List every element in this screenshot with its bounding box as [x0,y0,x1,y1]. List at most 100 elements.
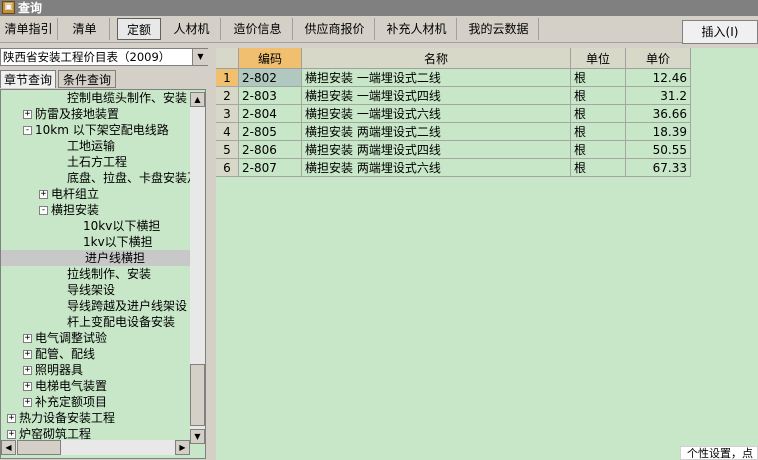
tab-list[interactable]: 清单 [60,18,110,40]
cell-name[interactable]: 横担安装 一端埋设式四线 [301,86,571,105]
tree-item[interactable]: 1kv以下横担 [1,234,191,250]
tree-item[interactable]: - 横担安装 [1,202,191,218]
cell-price[interactable]: 67.33 [625,158,691,177]
tree-item[interactable]: 导线跨越及进户线架设 [1,298,191,314]
cell-unit[interactable]: 根 [570,158,626,177]
table-row[interactable]: 5 2-806 横担安装 两端埋设式四线根 50.55 [216,140,691,159]
chevron-down-icon[interactable]: ▼ [192,49,208,65]
column-header-price[interactable]: 单价 [625,48,691,69]
expand-icon[interactable]: + [23,382,32,391]
cell-unit[interactable]: 根 [570,140,626,159]
expand-icon[interactable]: + [23,110,32,119]
scroll-thumb[interactable] [17,440,61,455]
row-number[interactable]: 5 [216,140,239,159]
cell-price[interactable]: 12.46 [625,68,691,87]
tree-item[interactable]: -10km 以下架空配电线路 [1,122,191,138]
table-row[interactable]: 1 2-802 横担安装 一端埋设式二线根 12.46 [216,68,691,87]
table-row[interactable]: 2 2-803 横担安装 一端埋设式四线根 31.2 [216,86,691,105]
cell-price[interactable]: 36.66 [625,104,691,123]
cell-name[interactable]: 横担安装 一端埋设式六线 [301,104,571,123]
cell-price[interactable]: 50.55 [625,140,691,159]
tree-item[interactable]: + 电杆组立 [1,186,191,202]
tab-condition-query[interactable]: 条件查询 [58,70,116,88]
cell-unit[interactable]: 根 [570,86,626,105]
expand-icon[interactable]: + [7,414,16,423]
tree-item[interactable]: 导线架设 [1,282,191,298]
tree-item-label: 配管、配线 [35,347,96,361]
cell-name[interactable]: 横担安装 一端埋设式二线 [301,68,571,87]
quota-table: 编码 名称 单位 单价 1 2-802 横担安装 一端埋设式二线根 12.46 2 2-8… [216,48,691,177]
row-number[interactable]: 1 [216,68,239,87]
cell-code[interactable]: 2-803 [238,86,302,105]
scroll-thumb[interactable] [190,364,205,426]
tree-item[interactable]: 进户线横担 [1,250,191,266]
tab-supplier-quote[interactable]: 供应商报价 [295,18,375,40]
tree-item[interactable]: 杆上变配电设备安装 [1,314,191,330]
tree-item[interactable]: + 热力设备安装工程 [1,410,191,426]
tab-my-cloud-data[interactable]: 我的云数据 [459,18,539,40]
row-number[interactable]: 4 [216,122,239,141]
cell-name[interactable]: 横担安装 两端埋设式六线 [301,158,571,177]
tab-chapter-query[interactable]: 章节查询 [0,70,56,88]
column-header-name[interactable]: 名称 [301,48,571,69]
table-row[interactable]: 4 2-805 横担安装 两端埋设式二线根 18.39 [216,122,691,141]
scroll-right-icon[interactable]: ▶ [175,440,190,455]
tree-item[interactable]: + 防雷及接地装置 [1,106,191,122]
collapse-icon[interactable]: - [39,206,48,215]
tree-item[interactable]: + 配管、配线 [1,346,191,362]
scroll-down-icon[interactable]: ▼ [190,429,205,444]
tab-supplement-lmm[interactable]: 补充人材机 [377,18,457,40]
row-number[interactable]: 6 [216,158,239,177]
tree-item[interactable]: + 照明器具 [1,362,191,378]
tree-horizontal-scrollbar[interactable]: ◀ ▶ [1,440,190,455]
tab-quota[interactable]: 定额 [117,18,161,40]
tree-item-label: 横担安装 [51,203,100,217]
row-number[interactable]: 2 [216,86,239,105]
tree-item[interactable]: 底盘、拉盘、卡盘安装及 [1,170,199,186]
tab-cost-info[interactable]: 造价信息 [223,18,293,40]
cell-code[interactable]: 2-806 [238,140,302,159]
cell-code[interactable]: 2-805 [238,122,302,141]
cell-name[interactable]: 横担安装 两端埋设式二线 [301,122,571,141]
cell-name[interactable]: 横担安装 两端埋设式四线 [301,140,571,159]
scroll-up-icon[interactable]: ▲ [190,92,205,107]
tree-vertical-scrollbar[interactable]: ▲ ▼ [190,92,205,444]
tab-list-guide[interactable]: 清单指引 [0,18,58,40]
tree-item[interactable]: + 电梯电气装置 [1,378,191,394]
expand-icon[interactable]: + [23,398,32,407]
tree-item[interactable]: 控制电缆头制作、安装 [1,90,191,106]
cell-unit[interactable]: 根 [570,122,626,141]
expand-icon[interactable]: + [39,190,48,199]
row-number[interactable]: 3 [216,104,239,123]
table-header-row: 编码 名称 单位 单价 [216,48,691,69]
column-header-code[interactable]: 编码 [238,48,302,69]
tab-labor-material-machine[interactable]: 人材机 [163,18,221,40]
column-header-unit[interactable]: 单位 [570,48,626,69]
tree-item-label: 10km 以下架空配电线路 [35,123,169,137]
insert-button[interactable]: 插入(I) [682,20,758,44]
cell-price[interactable]: 31.2 [625,86,691,105]
tree-item-label: 工地运输 [67,139,116,153]
scroll-left-icon[interactable]: ◀ [1,440,16,455]
tree-item[interactable]: 拉线制作、安装 [1,266,191,282]
collapse-icon[interactable]: - [23,126,32,135]
cell-code[interactable]: 2-802 [238,68,302,87]
cell-unit[interactable]: 根 [570,68,626,87]
cell-code[interactable]: 2-804 [238,104,302,123]
tree-item[interactable]: + 电气调整试验 [1,330,191,346]
tree-item[interactable]: + 补充定额项目 [1,394,191,410]
tree-item[interactable]: 工地运输 [1,138,191,154]
tree-item[interactable]: 10kv以下横担 [1,218,191,234]
tree-item[interactable]: 土石方工程 [1,154,191,170]
expand-icon[interactable]: + [23,366,32,375]
table-row[interactable]: 3 2-804 横担安装 一端埋设式六线根 36.66 [216,104,691,123]
cell-unit[interactable]: 根 [570,104,626,123]
table-row[interactable]: 6 2-807 横担安装 两端埋设式六线根 67.33 [216,158,691,177]
cell-price[interactable]: 18.39 [625,122,691,141]
expand-icon[interactable]: + [23,350,32,359]
expand-icon[interactable]: + [23,334,32,343]
cell-code[interactable]: 2-807 [238,158,302,177]
expand-icon[interactable]: + [7,430,16,439]
library-select[interactable]: 陕西省安装工程价目表（2009） ▼ [0,48,208,66]
library-select-value: 陕西省安装工程价目表（2009） [3,50,171,64]
